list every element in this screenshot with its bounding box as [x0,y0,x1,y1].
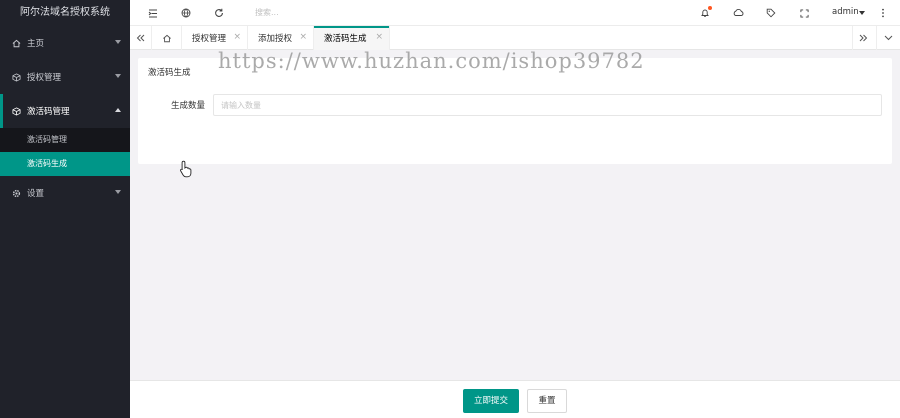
sidebar-item-home[interactable]: 主页 [0,26,130,60]
user-name[interactable]: admin [832,7,859,17]
sidebar-item-license[interactable]: 授权管理 [0,60,130,94]
chevron-down-icon [115,74,121,78]
search-input[interactable]: 搜索... [255,7,279,18]
top-header: 搜索... admin [130,0,900,26]
close-icon[interactable]: × [299,32,307,42]
reset-button[interactable]: 重置 [527,389,567,413]
chevron-down-icon [115,190,121,194]
sidebar-item-label: 授权管理 [27,73,62,83]
sidebar-item-label: 激活码管理 [27,107,70,117]
app-title: 阿尔法域名授权系统 [0,0,130,26]
sidebar-item-label: 设置 [27,189,45,199]
sidebar-item-activation[interactable]: 激活码管理 [0,94,130,128]
tab-bar: 授权管理 × 添加授权 × 激活码生成 × [130,26,900,50]
form-card: 激活码生成 生成数量 [138,58,892,164]
tab-home-icon[interactable] [152,26,182,50]
submit-button[interactable]: 立即提交 [463,389,519,413]
tab-label: 添加授权 [258,34,293,44]
tab-dropdown-icon[interactable] [876,26,900,50]
theme-icon[interactable] [731,6,745,20]
tab-label: 授权管理 [192,34,227,44]
watermark-text: https://www.huzhan.com/ishop39782 [218,49,645,73]
notification-badge [708,6,712,10]
tab-license-manage[interactable]: 授权管理 × [182,26,248,50]
cube-icon [11,72,21,82]
chevron-up-icon [115,108,121,112]
home-icon [11,38,21,48]
more-vertical-icon[interactable] [876,6,890,20]
cube-icon [11,106,21,116]
form-footer: 立即提交 重置 [130,380,900,418]
tag-icon[interactable] [764,6,778,20]
tab-scroll-right-icon[interactable] [852,26,874,50]
sidebar: 阿尔法域名授权系统 主页 授权管理 激活码管理 激活码管理 激活码生成 设置 [0,0,130,418]
tab-scroll-left-icon[interactable] [130,26,152,50]
tab-label: 激活码生成 [324,34,367,44]
chevron-down-icon[interactable] [859,11,865,15]
sidebar-submenu: 激活码管理 激活码生成 [0,128,130,176]
globe-icon[interactable] [179,6,193,20]
notification-icon[interactable] [698,6,712,20]
sidebar-item-settings[interactable]: 设置 [0,176,130,210]
chevron-down-icon [115,40,121,44]
close-icon[interactable]: × [233,32,241,42]
close-icon[interactable]: × [375,32,383,42]
tab-add-license[interactable]: 添加授权 × [248,26,314,50]
quantity-label: 生成数量 [171,101,206,111]
menu-toggle-icon[interactable] [146,6,160,20]
refresh-icon[interactable] [212,6,226,20]
sidebar-subitem-activation-generate[interactable]: 激活码生成 [0,152,130,176]
hand-cursor-icon [179,160,193,178]
gear-icon [11,188,21,198]
fullscreen-icon[interactable] [797,6,811,20]
quantity-input[interactable] [213,94,882,116]
sidebar-subitem-activation-manage[interactable]: 激活码管理 [0,128,130,152]
card-title: 激活码生成 [148,68,191,78]
tab-activation-generate[interactable]: 激活码生成 × [314,26,390,50]
sidebar-item-label: 主页 [27,39,45,49]
